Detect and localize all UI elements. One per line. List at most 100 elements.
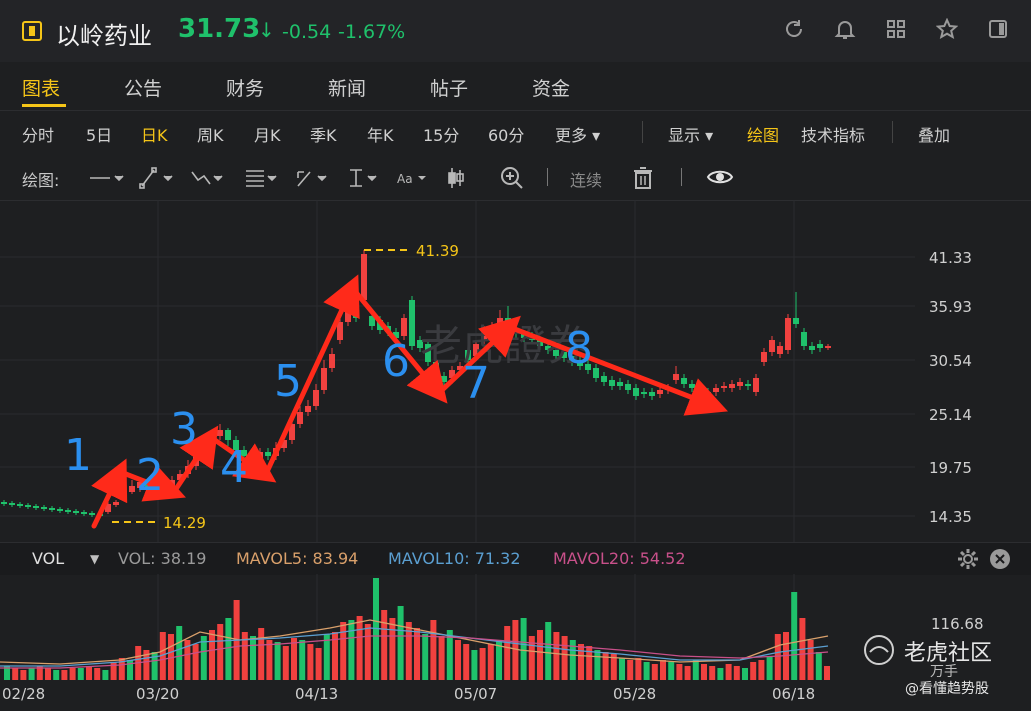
volume-bar bbox=[340, 622, 347, 680]
tab-capital[interactable]: 资金 bbox=[532, 74, 570, 101]
continuous-toggle[interactable]: 连续 bbox=[570, 167, 602, 191]
panel-icon[interactable] bbox=[985, 18, 1011, 44]
bell-icon[interactable] bbox=[832, 18, 858, 44]
volume-bar bbox=[12, 668, 19, 680]
volume-bar bbox=[291, 638, 297, 680]
volume-chart[interactable]: 116.68 02/28 03/20 04/13 05/07 05/28 06/… bbox=[0, 574, 1031, 711]
candle-body bbox=[337, 322, 343, 340]
period-quarterly-k[interactable]: 季K bbox=[310, 122, 337, 146]
volume-bar bbox=[69, 668, 76, 680]
candle-body bbox=[777, 346, 783, 354]
candle-body bbox=[729, 384, 735, 388]
volume-bar bbox=[315, 648, 322, 680]
tab-chart[interactable]: 图表 bbox=[22, 74, 60, 101]
candle-body bbox=[129, 486, 135, 492]
candle-body bbox=[769, 340, 775, 352]
star-icon[interactable] bbox=[934, 17, 960, 44]
period-weekly-k[interactable]: 周K bbox=[197, 122, 224, 146]
candle-body bbox=[649, 392, 655, 396]
candle-body bbox=[121, 492, 127, 496]
volume-bar bbox=[438, 636, 445, 680]
period-monthly-k[interactable]: 月K bbox=[254, 122, 281, 146]
volume-bar bbox=[725, 664, 732, 680]
volume-bar bbox=[200, 636, 207, 680]
display-dropdown[interactable]: 显示 ▾ bbox=[668, 122, 713, 146]
volume-bar bbox=[102, 670, 109, 680]
candle-body bbox=[297, 412, 303, 424]
volume-bar bbox=[307, 644, 314, 680]
wave-label-8: 8 bbox=[565, 323, 593, 374]
brand-sub: 万手 bbox=[930, 664, 958, 680]
volume-bar bbox=[537, 630, 543, 680]
period-60min[interactable]: 60分 bbox=[488, 122, 524, 146]
volume-bar bbox=[504, 626, 511, 680]
drawing-toolbar: 绘图: Aa 连续 bbox=[0, 154, 1031, 201]
period-15min[interactable]: 15分 bbox=[423, 122, 459, 146]
candle-body bbox=[89, 513, 95, 515]
volume-bar bbox=[824, 666, 830, 680]
refresh-icon[interactable] bbox=[781, 18, 807, 44]
tab-posts[interactable]: 帖子 bbox=[430, 74, 468, 101]
volume-bar bbox=[45, 668, 51, 680]
candle-body bbox=[721, 386, 727, 388]
tab-news[interactable]: 新闻 bbox=[328, 74, 366, 101]
divider bbox=[681, 168, 682, 186]
date-tick: 06/18 bbox=[772, 685, 815, 703]
overlay-button[interactable]: 叠加 bbox=[918, 122, 950, 146]
volume-bar bbox=[774, 634, 781, 680]
active-tab-underline bbox=[22, 104, 66, 107]
volume-bar bbox=[192, 644, 199, 680]
candle-body bbox=[737, 382, 743, 386]
candle-body bbox=[9, 503, 15, 505]
trash-icon[interactable] bbox=[632, 166, 654, 190]
close-icon[interactable] bbox=[989, 548, 1011, 570]
candle-body bbox=[809, 346, 815, 350]
volume-bar bbox=[282, 646, 289, 680]
tab-announcements[interactable]: 公告 bbox=[124, 74, 162, 101]
period-daily-k[interactable]: 日K bbox=[141, 122, 168, 146]
candle-body bbox=[793, 318, 799, 324]
volume-bar bbox=[520, 618, 527, 680]
brand-handle: @看懂趋势股 bbox=[905, 681, 989, 697]
drawing-tool-icons[interactable]: Aa bbox=[88, 166, 468, 190]
wave-label-5: 5 bbox=[274, 356, 302, 407]
candle-body bbox=[601, 376, 607, 382]
divider bbox=[547, 168, 548, 186]
settings-gear-icon[interactable] bbox=[957, 548, 979, 570]
volume-bar bbox=[487, 644, 494, 680]
indicators-button[interactable]: 技术指标 bbox=[801, 122, 865, 146]
period-intraday[interactable]: 分时 bbox=[22, 122, 54, 146]
volume-bar bbox=[356, 616, 363, 680]
more-dropdown[interactable]: 更多 ▾ bbox=[555, 122, 600, 146]
candle-body bbox=[657, 390, 663, 394]
volume-bar bbox=[274, 642, 281, 680]
candle-body bbox=[817, 344, 823, 348]
brand-watermark: 老虎社区 万手 @看懂趋势股 bbox=[864, 635, 992, 697]
volume-bar bbox=[53, 670, 60, 680]
volume-bar bbox=[479, 648, 486, 680]
candle-body bbox=[401, 318, 407, 336]
date-axis: 02/28 03/20 04/13 05/07 05/28 06/18 bbox=[2, 685, 815, 703]
down-arrow-icon: ↓ bbox=[258, 18, 275, 42]
grid-icon[interactable] bbox=[883, 18, 909, 44]
candle-body bbox=[697, 388, 703, 392]
chevron-down-icon[interactable]: ▼ bbox=[90, 552, 99, 566]
zoom-icon[interactable] bbox=[499, 165, 525, 191]
volume-bar bbox=[742, 668, 748, 680]
candle-body bbox=[265, 452, 271, 456]
candle-body bbox=[713, 388, 719, 392]
volume-bar bbox=[94, 668, 101, 680]
candlestick-chart[interactable]: 老虎證券 41.39 14.29 1 2 3 4 5 6 7 8 41.33 3… bbox=[0, 200, 1031, 542]
drawing-button[interactable]: 绘图 bbox=[747, 122, 779, 146]
indicator-selector[interactable]: VOL bbox=[32, 549, 64, 568]
volume-bar bbox=[455, 640, 461, 680]
period-5day[interactable]: 5日 bbox=[86, 122, 112, 146]
price-tick: 35.93 bbox=[929, 298, 972, 316]
period-yearly-k[interactable]: 年K bbox=[367, 122, 394, 146]
volume-bar bbox=[176, 626, 183, 680]
volume-bar bbox=[299, 640, 306, 680]
price-tick: 30.54 bbox=[929, 352, 972, 370]
eye-icon[interactable] bbox=[706, 168, 734, 186]
volume-bar bbox=[750, 662, 757, 680]
tab-financials[interactable]: 财务 bbox=[226, 74, 264, 101]
